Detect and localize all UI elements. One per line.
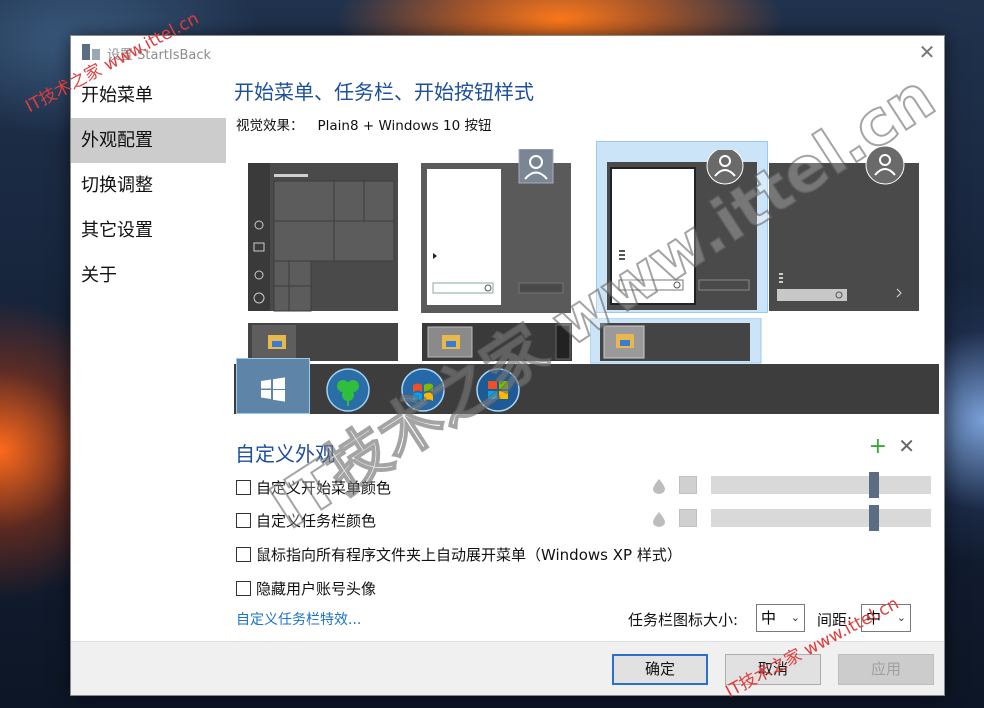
windows7-orb-icon xyxy=(401,368,445,412)
menu-color-swatch[interactable] xyxy=(679,476,697,494)
icon-size-select[interactable]: 中 ⌄ xyxy=(756,604,805,632)
icon-size-value: 中 xyxy=(761,609,777,627)
apply-button[interactable]: 应用 xyxy=(838,654,934,685)
section-title: 开始菜单、任务栏、开始按钮样式 xyxy=(234,80,534,104)
vista-orb-icon xyxy=(476,368,520,412)
visual-effect-line: 视觉效果： Plain8 + Windows 10 按钮 xyxy=(236,114,491,134)
visual-effect-label: 视觉效果： xyxy=(236,118,304,134)
taskbar-preview-3-selected[interactable] xyxy=(590,318,762,364)
sidebar-item-switching[interactable]: 切换调整 xyxy=(71,163,226,208)
taskbar-color-slider[interactable] xyxy=(711,505,931,531)
hide-avatar-checkbox[interactable]: 隐藏用户账号头像 xyxy=(236,578,376,599)
title-bar: 设置 StartIsBack ✕ xyxy=(71,36,944,68)
menu-color-slider[interactable] xyxy=(711,472,931,498)
spacing-value: 中 xyxy=(866,609,882,627)
clover-orb-icon xyxy=(326,368,370,412)
xp-style-expand-checkbox[interactable]: 鼠标指向所有程序文件夹上自动展开菜单（Windows XP 样式） xyxy=(236,544,682,565)
sidebar-item-other-settings[interactable]: 其它设置 xyxy=(71,208,226,253)
slider-thumb[interactable] xyxy=(869,472,879,498)
checkbox-label: 隐藏用户账号头像 xyxy=(256,580,377,598)
add-icon[interactable]: + xyxy=(869,434,887,459)
taskbar-effects-link[interactable]: 自定义任务栏特效... xyxy=(236,609,361,629)
icon-size-label: 任务栏图标大小: xyxy=(628,611,739,629)
vista-start-button[interactable] xyxy=(476,368,520,412)
style-preview-plain8-selected[interactable] xyxy=(596,141,768,313)
settings-window: 设置 StartIsBack ✕ 开始菜单 外观配置 切换调整 其它设置 关于 … xyxy=(70,35,945,696)
color-drop-icon xyxy=(653,512,665,527)
checkbox-label: 自定义任务栏颜色 xyxy=(256,512,377,530)
plain8-selected-thumbnail xyxy=(607,150,757,310)
checkbox-box[interactable] xyxy=(236,480,251,495)
plain8-flat-thumbnail xyxy=(769,145,919,311)
taskbar-preview-1[interactable] xyxy=(248,323,400,361)
spacing-select[interactable]: 中 ⌄ xyxy=(861,604,911,632)
custom-menu-color-checkbox[interactable]: 自定义开始菜单颜色 xyxy=(236,477,391,498)
windows10-style-thumbnail xyxy=(248,163,398,312)
main-panel: 开始菜单、任务栏、开始按钮样式 视觉效果： Plain8 + Windows 10… xyxy=(234,76,939,632)
app-icon xyxy=(82,44,100,60)
checkbox-label: 鼠标指向所有程序文件夹上自动展开菜单（Windows XP 样式） xyxy=(256,546,682,564)
sidebar-nav: 开始菜单 外观配置 切换调整 其它设置 关于 xyxy=(71,73,226,298)
slider-thumb[interactable] xyxy=(869,505,879,531)
chevron-down-icon: ⌄ xyxy=(790,611,800,624)
windows10-start-button[interactable] xyxy=(251,367,295,411)
custom-taskbar-color-checkbox[interactable]: 自定义任务栏颜色 xyxy=(236,510,376,531)
windows7-start-button[interactable] xyxy=(401,368,445,412)
color-drop-icon xyxy=(653,479,665,494)
sidebar-item-appearance[interactable]: 外观配置 xyxy=(71,118,226,163)
ok-button[interactable]: 确定 xyxy=(612,654,708,685)
windows-logo-icon xyxy=(261,377,285,402)
plain8-dark-thumbnail xyxy=(421,149,571,313)
sidebar-item-about[interactable]: 关于 xyxy=(71,253,226,298)
spacing-label: 间距: xyxy=(817,611,853,629)
style-preview-plain8-dark[interactable] xyxy=(421,149,573,313)
dialog-footer: 确定 取消 应用 xyxy=(71,641,944,695)
remove-icon[interactable]: ✕ xyxy=(898,434,915,458)
start-button-strip xyxy=(234,358,939,414)
style-preview-windows10[interactable] xyxy=(248,163,400,313)
taskbar-color-swatch[interactable] xyxy=(679,509,697,527)
chevron-down-icon: ⌄ xyxy=(896,611,906,624)
checkbox-label: 自定义开始菜单颜色 xyxy=(256,479,392,497)
visual-effect-value: Plain8 + Windows 10 按钮 xyxy=(317,118,492,134)
close-icon[interactable]: ✕ xyxy=(914,39,940,65)
taskbar-preview-2[interactable] xyxy=(422,323,574,361)
clover-start-button[interactable] xyxy=(326,368,370,412)
custom-appearance-title: 自定义外观 xyxy=(235,442,335,466)
window-title: 设置 StartIsBack xyxy=(107,48,212,63)
checkbox-box[interactable] xyxy=(236,581,251,596)
sidebar-item-start-menu[interactable]: 开始菜单 xyxy=(71,73,226,118)
style-preview-plain8-flat[interactable] xyxy=(769,145,921,313)
checkbox-box[interactable] xyxy=(236,513,251,528)
checkbox-box[interactable] xyxy=(236,547,251,562)
cancel-button[interactable]: 取消 xyxy=(725,654,821,685)
